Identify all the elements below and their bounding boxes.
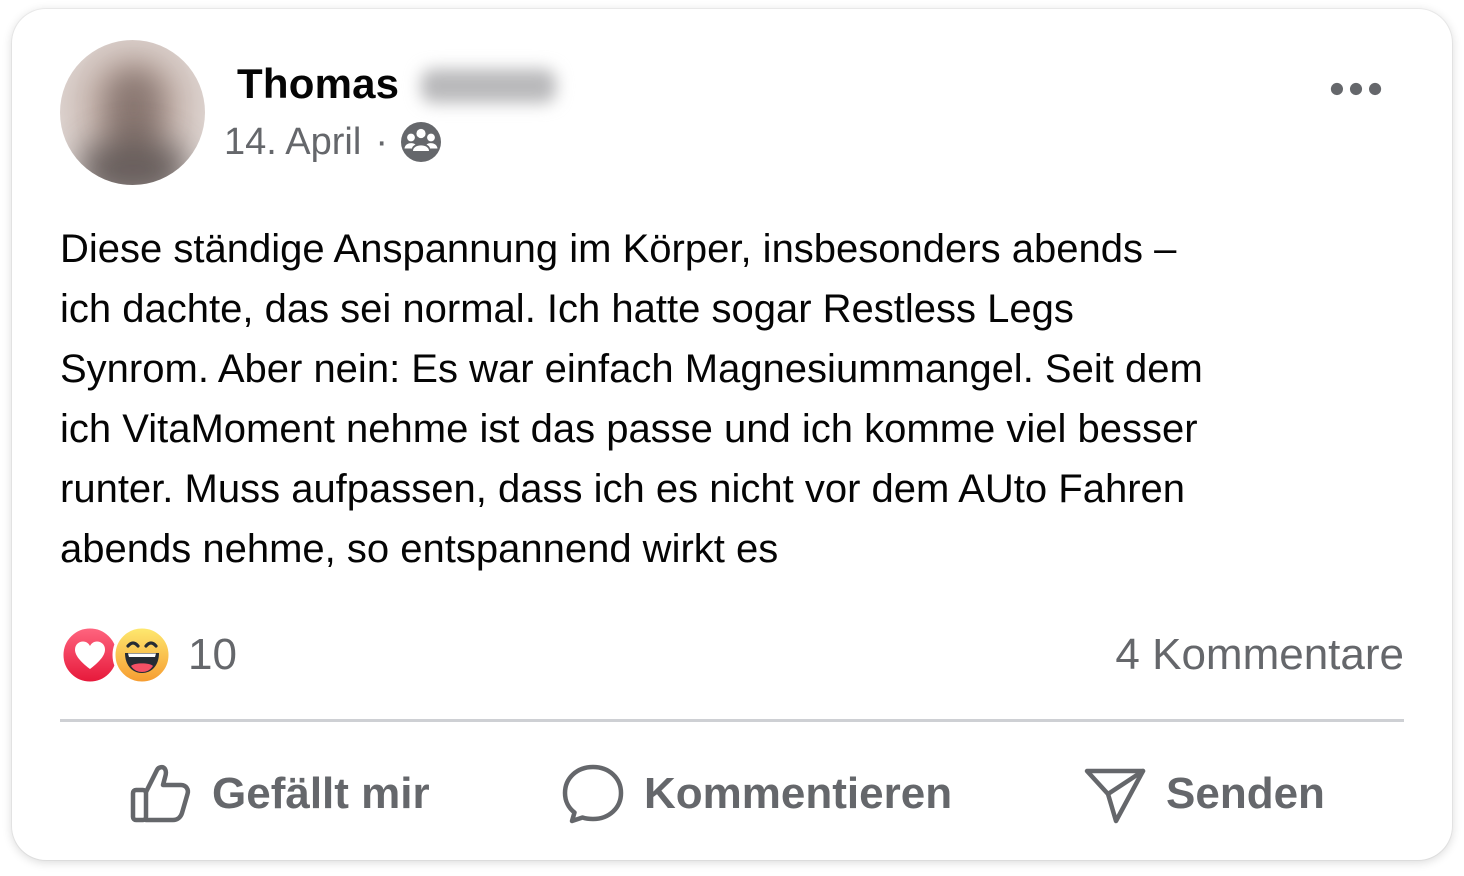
send-label: Senden: [1166, 769, 1325, 818]
post-body-line: abends nehme, so entspannend wirkt es: [60, 527, 779, 571]
author-surname-redacted: [421, 69, 557, 103]
post-body: Diese ständige Anspannung im Körper, ins…: [60, 219, 1410, 579]
more-options-icon: [1330, 82, 1382, 96]
divider: [60, 719, 1404, 722]
meta-separator: ·: [375, 120, 388, 163]
post-body-line: Synrom. Aber nein: Es war einfach Magnes…: [60, 347, 1203, 391]
action-bar: Gefällt mir Kommentieren Senden: [60, 744, 1404, 844]
post-body-line: ich VitaMoment nehme ist das passe und i…: [60, 407, 1198, 451]
comments-count[interactable]: 4 Kommentare: [1115, 630, 1404, 680]
speech-bubble-icon: [562, 764, 624, 824]
post-body-line: ich dachte, das sei normal. Ich hatte so…: [60, 287, 1074, 331]
reaction-count[interactable]: 10: [188, 630, 237, 680]
author-name[interactable]: Thomas: [237, 60, 399, 108]
reactions-summary: 10 4 Kommentare: [60, 623, 1404, 687]
post-date[interactable]: 14. April: [224, 121, 361, 164]
post-meta: 14. April ·: [224, 119, 442, 165]
haha-reaction-icon: [112, 625, 172, 685]
post-body-line: Diese ständige Anspannung im Körper, ins…: [60, 227, 1177, 271]
group-audience-icon[interactable]: [400, 121, 442, 163]
more-options-button[interactable]: [1315, 67, 1397, 111]
comment-label: Kommentieren: [644, 769, 953, 818]
like-label: Gefällt mir: [212, 769, 430, 818]
author-avatar[interactable]: [60, 40, 205, 185]
post-card: Thomas 14. April · Diese ständige Anspan…: [12, 9, 1452, 860]
like-button[interactable]: Gefällt mir: [128, 744, 430, 844]
comment-button[interactable]: Kommentieren: [560, 744, 952, 844]
thumbs-up-icon: [130, 764, 191, 823]
post-body-line: runter. Muss aufpassen, dass ich es nich…: [60, 467, 1185, 511]
author-name-row: Thomas: [237, 59, 557, 109]
reaction-icons[interactable]: [60, 625, 176, 685]
send-arrow-icon: [1084, 768, 1146, 824]
send-button[interactable]: Senden: [1082, 744, 1325, 844]
love-reaction-icon: [60, 625, 120, 685]
